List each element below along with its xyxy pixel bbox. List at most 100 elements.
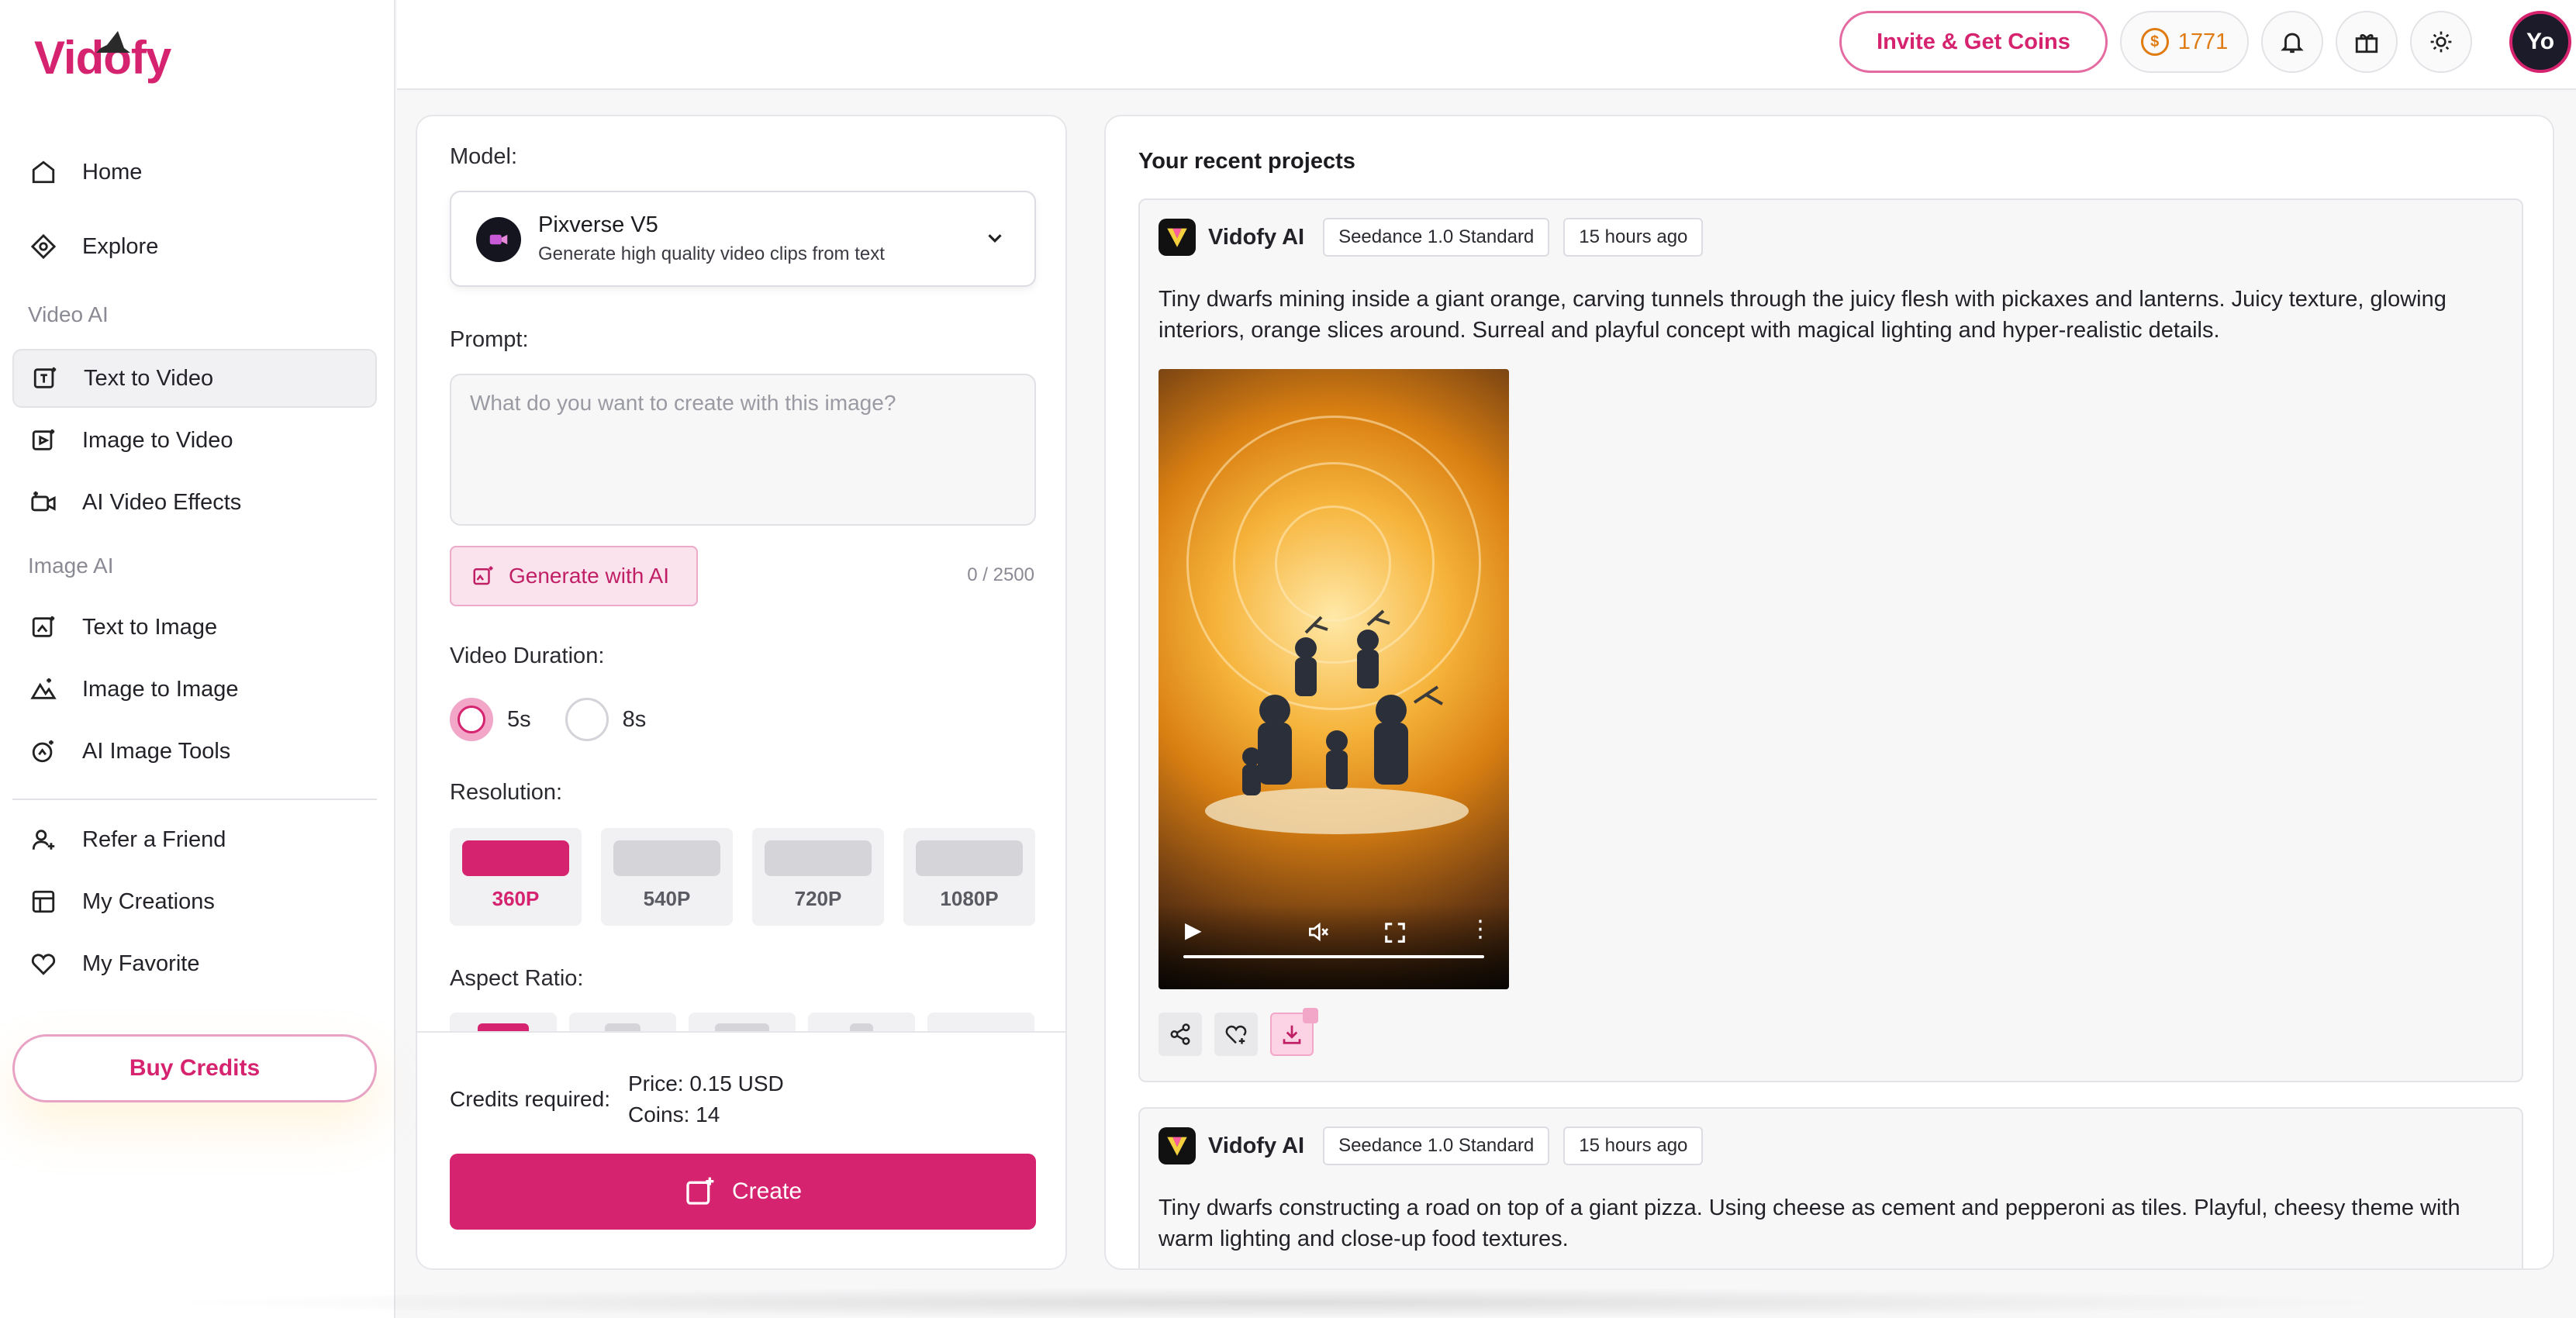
avatar[interactable]: Yo xyxy=(2509,11,2571,73)
video-progress-bar[interactable] xyxy=(1183,955,1484,958)
video-controls: ▶ ⋮ xyxy=(1159,904,1509,989)
model-name: Pixverse V5 xyxy=(538,212,658,237)
more-options-icon[interactable]: ⋮ xyxy=(1469,916,1492,943)
credits-footer: Credits required: Price: 0.15 USD Coins:… xyxy=(417,1031,1065,1268)
sidebar-item-refer-friend[interactable]: Refer a Friend xyxy=(12,810,377,869)
project-video[interactable]: ▶ ⋮ xyxy=(1159,369,1509,989)
home-icon xyxy=(28,157,59,188)
fullscreen-icon[interactable] xyxy=(1383,921,1407,944)
vidofy-v-logo-icon xyxy=(1159,1127,1196,1164)
gift-icon xyxy=(2355,34,2378,53)
sidebar-item-label: Image to Image xyxy=(82,676,239,702)
sidebar-item-home[interactable]: Home xyxy=(12,143,377,202)
coins-balance-button[interactable]: $ 1771 xyxy=(2120,11,2249,73)
generate-with-ai-label: Generate with AI xyxy=(509,564,670,588)
sidebar-item-my-creations[interactable]: My Creations xyxy=(12,872,377,931)
heart-icon xyxy=(28,948,59,979)
sidebar-item-label: My Favorite xyxy=(82,951,200,976)
sidebar-divider xyxy=(12,799,377,800)
project-card: Vidofy AI Seedance 1.0 Standard 15 hours… xyxy=(1138,1107,2523,1268)
sidebar-item-image-to-image[interactable]: Image to Image xyxy=(12,660,377,719)
text-to-image-icon xyxy=(28,612,59,643)
project-time-chip: 15 hours ago xyxy=(1563,1127,1704,1165)
create-icon xyxy=(686,1177,714,1205)
sidebar-item-text-to-image[interactable]: Text to Image xyxy=(12,598,377,657)
heart-add-icon xyxy=(1225,1025,1247,1044)
project-prompt: Tiny dwarfs constructing a road on top o… xyxy=(1159,1196,2460,1251)
sidebar-item-label: AI Image Tools xyxy=(82,738,231,764)
sidebar-item-ai-video-effects[interactable]: AI Video Effects xyxy=(12,473,377,532)
refer-friend-icon xyxy=(28,824,59,855)
sidebar-item-my-favorite[interactable]: My Favorite xyxy=(12,934,377,993)
section-video-ai: Video AI xyxy=(28,302,109,326)
create-button[interactable]: Create xyxy=(450,1154,1036,1230)
sidebar-item-label: Text to Video xyxy=(84,365,214,391)
resolution-option-1080p[interactable]: 1080P xyxy=(903,828,1035,926)
model-logo-icon xyxy=(476,217,521,262)
resolution-label-text: 540P xyxy=(643,887,691,910)
mute-icon[interactable] xyxy=(1306,919,1331,944)
resolution-option-720p[interactable]: 720P xyxy=(752,828,884,926)
generate-with-ai-button[interactable]: Generate with AI xyxy=(450,546,698,606)
project-model-chip: Seedance 1.0 Standard xyxy=(1323,218,1550,257)
vidofy-logo[interactable]: Vidofy xyxy=(34,26,171,88)
share-button[interactable] xyxy=(1159,1013,1202,1056)
play-icon[interactable]: ▶ xyxy=(1185,917,1202,943)
resolution-swatch xyxy=(765,840,872,876)
duration-option-label: 8s xyxy=(622,706,647,732)
aspect-ratio-label: Aspect Ratio: xyxy=(450,966,584,991)
project-header: Vidofy AI Seedance 1.0 Standard 15 hours… xyxy=(1159,1126,1717,1166)
sidebar-item-ai-image-tools[interactable]: AI Image Tools xyxy=(12,722,377,781)
credits-required-label: Credits required: xyxy=(450,1087,610,1111)
sidebar-item-label: Image to Video xyxy=(82,427,233,453)
sun-icon xyxy=(2430,31,2452,53)
download-icon xyxy=(1283,1025,1301,1044)
section-image-ai: Image AI xyxy=(28,554,114,578)
sidebar-item-label: Refer a Friend xyxy=(82,826,226,852)
sidebar-item-label: My Creations xyxy=(82,888,215,914)
character-count: 0 / 2500 xyxy=(967,564,1034,585)
gift-button[interactable] xyxy=(2336,11,2398,73)
recent-projects-title: Your recent projects xyxy=(1138,149,1355,174)
create-button-label: Create xyxy=(731,1178,803,1204)
image-to-image-icon xyxy=(28,674,59,705)
duration-label: Video Duration: xyxy=(450,643,605,668)
create-form-panel: Model: Pixverse V5 Generate high quality… xyxy=(416,115,1067,1270)
theme-toggle-button[interactable] xyxy=(2410,11,2472,73)
text-to-video-icon xyxy=(29,363,60,394)
notification-button[interactable] xyxy=(2261,11,2323,73)
buy-credits-button[interactable]: Buy Credits xyxy=(12,1034,377,1102)
model-select[interactable]: Pixverse V5 Generate high quality video … xyxy=(450,191,1036,287)
sidebar-item-explore[interactable]: Explore xyxy=(12,217,377,276)
duration-radio-5s[interactable] xyxy=(450,698,493,741)
project-prompt: Tiny dwarfs mining inside a giant orange… xyxy=(1159,287,2447,343)
duration-option-label: 5s xyxy=(507,706,531,732)
sidebar-item-image-to-video[interactable]: Image to Video xyxy=(12,411,377,470)
resolution-option-360p[interactable]: 360P xyxy=(450,828,582,926)
explore-icon xyxy=(28,231,59,262)
sidebar-item-label: Text to Image xyxy=(82,614,218,640)
model-description: Generate high quality video clips from t… xyxy=(538,243,885,264)
sidebar: Vidofy Home Explore Video AI Text to Vid… xyxy=(0,0,395,1318)
duration-radio-8s[interactable] xyxy=(565,698,609,741)
resolution-label-text: 1080P xyxy=(940,887,999,910)
resolution-option-540p[interactable]: 540P xyxy=(601,828,733,926)
resolution-label-text: 720P xyxy=(794,887,842,910)
invite-get-coins-button[interactable]: Invite & Get Coins xyxy=(1839,11,2108,73)
dwarfs-illustration xyxy=(1205,609,1469,834)
download-button[interactable] xyxy=(1270,1008,1318,1056)
hat-icon xyxy=(96,31,130,53)
credits-coins: Coins: 14 xyxy=(628,1102,720,1127)
prompt-label: Prompt: xyxy=(450,327,529,352)
footer-shadow xyxy=(155,1287,2404,1318)
prompt-input[interactable] xyxy=(450,374,1036,526)
model-label: Model: xyxy=(450,144,518,169)
favorite-button[interactable] xyxy=(1214,1013,1258,1056)
vidofy-v-logo-icon xyxy=(1159,219,1196,256)
recent-projects-panel: Your recent projects Vidofy AI Seedance … xyxy=(1104,115,2554,1270)
resolution-label-text: 360P xyxy=(492,887,540,910)
sidebar-item-text-to-video[interactable]: Text to Video xyxy=(12,349,377,408)
resolution-swatch xyxy=(462,840,569,876)
creations-icon xyxy=(28,886,59,917)
share-icon xyxy=(1170,1023,1190,1045)
